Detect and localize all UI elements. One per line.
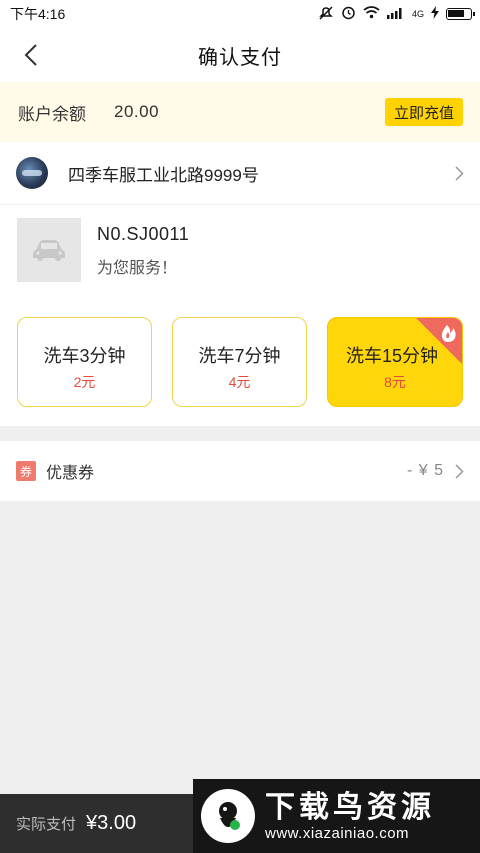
watermark: 下载鸟资源 www.xiazainiao.com [193,779,480,853]
coupon-value: - ¥ 5 [406,462,444,479]
wash-option-name: 洗车3分钟 [43,346,126,366]
wifi-icon [363,6,380,22]
car-icon [33,240,65,261]
watermark-url: www.xiazainiao.com [265,824,410,842]
pay-label: 实际支付 [16,816,77,833]
wash-option-15min[interactable]: 洗车15分钟 8元 [327,317,463,407]
balance-value: 20.00 [114,102,160,121]
wash-option-name: 洗车7分钟 [198,346,281,366]
chevron-right-icon [455,165,464,181]
staff-greeting: 为您服务！ [97,260,178,277]
watermark-title: 下载鸟资源 [265,790,435,824]
signal-icon [386,7,405,22]
network-type: 4G [411,9,424,19]
wash-option-price: 2元 [73,374,96,390]
chevron-right-icon [455,463,464,479]
battery-icon [446,8,475,20]
back-button[interactable] [14,38,48,72]
chevron-left-icon [24,44,37,66]
status-bar: 下午4:16 4G [0,0,480,28]
page-title: 确认支付 [198,46,282,69]
hot-flame-icon [416,318,462,364]
coupon-label: 优惠券 [46,465,95,482]
wash-option-7min[interactable]: 洗车7分钟 4元 [172,317,307,407]
wash-option-price: 4元 [228,374,251,390]
coupon-row[interactable]: 券 优惠券 - ¥ 5 [0,441,480,501]
wash-option-3min[interactable]: 洗车3分钟 2元 [17,317,152,407]
staff-photo-placeholder [17,218,81,282]
wash-options: 洗车3分钟 2元 洗车7分钟 4元 洗车15分钟 8元 [17,317,463,407]
store-name: 四季车服工业北路9999号 [68,165,259,185]
watermark-logo [201,789,255,843]
mute-icon [318,5,334,23]
watermark-text: 下载鸟资源 www.xiazainiao.com [265,791,435,842]
status-time: 下午4:16 [10,6,66,22]
status-icons: 4G [318,5,475,23]
charging-icon [431,6,439,22]
alarm-icon [341,5,356,23]
store-avatar [16,157,48,189]
balance-bar: 账户余额 20.00 立即充值 [0,82,480,142]
balance-label: 账户余额 [18,104,86,124]
store-row[interactable]: 四季车服工业北路9999号 [0,142,480,204]
divider [0,204,480,205]
staff-id: N0.SJ0011 [97,224,190,244]
recharge-button[interactable]: 立即充值 [384,98,463,126]
wash-option-price: 8元 [384,374,406,390]
nav-bar: 确认支付 [0,28,480,82]
coupon-icon: 券 [16,461,36,481]
service-card: 四季车服工业北路9999号 N0.SJ0011 为您服务！ 洗车3分钟 2元 洗… [0,142,480,426]
pay-amount: ¥3.00 [86,812,137,834]
